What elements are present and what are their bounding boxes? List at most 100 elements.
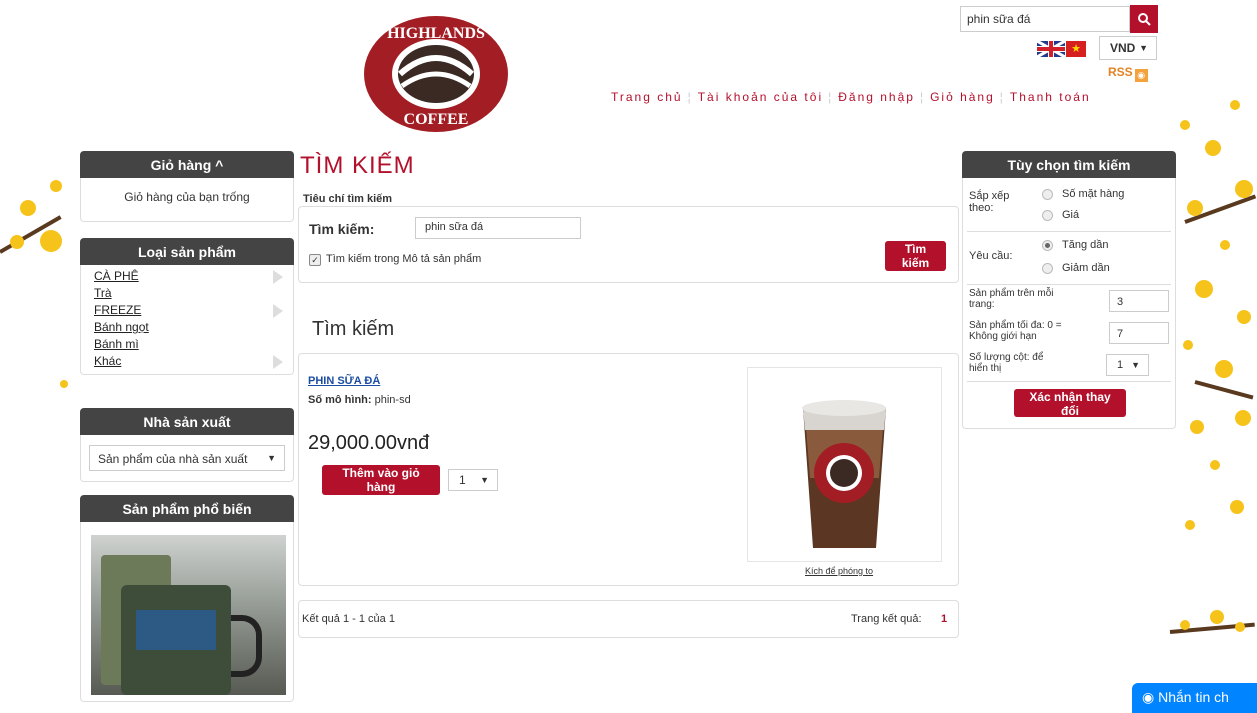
nav-home[interactable]: Trang chủ: [611, 90, 683, 104]
messenger-label: Nhắn tin ch: [1158, 689, 1229, 705]
chevron-down-icon: ▼: [267, 453, 276, 463]
messenger-chat-button[interactable]: ◉ Nhắn tin ch: [1132, 683, 1257, 713]
currency-select[interactable]: VND ▼: [1099, 36, 1157, 60]
nav-cart[interactable]: Giỏ hàng: [930, 90, 995, 104]
blossom-decoration-left: [0, 170, 82, 410]
logo-text-top: HIGHLANDS: [387, 25, 485, 42]
sort-option-label: Số mặt hàng: [1062, 188, 1125, 200]
page-number-current[interactable]: 1: [941, 613, 947, 625]
sort-option-label: Giá: [1062, 209, 1080, 221]
product-price: 29,000.00vnđ: [308, 432, 430, 454]
sort-option-price[interactable]: Giá: [1042, 209, 1079, 221]
search-description-option[interactable]: ✓ Tìm kiếm trong Mô tả sản phẩm: [309, 253, 481, 266]
popular-products-title: Sản phẩm phổ biến: [80, 495, 294, 522]
order-option-ascending[interactable]: Tăng dần: [1042, 239, 1108, 251]
category-link[interactable]: Bánh ngọt: [94, 319, 149, 336]
currency-value: VND: [1110, 41, 1136, 55]
search-options-title: Tùy chọn tìm kiếm: [962, 151, 1176, 178]
category-link[interactable]: CÀ PHÊ: [94, 268, 139, 285]
checkbox-checked-icon[interactable]: ✓: [309, 254, 321, 266]
category-link[interactable]: Bánh mì: [94, 336, 139, 353]
nav-separator: ¦: [999, 90, 1005, 104]
columns-select[interactable]: 1 ▼: [1106, 354, 1149, 376]
chevron-right-icon[interactable]: [273, 269, 283, 284]
categories-box: Loại sản phẩm CÀ PHÊ Trà FREEZE Bánh ngọt Bá…: [80, 238, 294, 375]
nav-login[interactable]: Đăng nhập: [838, 90, 915, 104]
sort-label: Sắp xếp theo:: [969, 190, 1010, 214]
search-icon: [1138, 13, 1151, 26]
order-option-label: Tăng dần: [1062, 239, 1109, 251]
product-name-link[interactable]: PHIN SỮA ĐÁ: [308, 375, 380, 387]
messenger-icon: ◉: [1142, 689, 1155, 705]
results-pagination-panel: Kết quả 1 - 1 của 1 Trang kết quả: 1: [298, 600, 959, 638]
logo-text-bottom: COFFEE: [404, 111, 469, 128]
nav-separator: ¦: [919, 90, 926, 104]
header-search-input[interactable]: phin sữa đá: [960, 6, 1130, 32]
nav-separator: ¦: [687, 90, 693, 104]
chevron-down-icon: ▼: [1131, 360, 1140, 370]
chevron-right-icon[interactable]: [273, 303, 283, 318]
rss-link[interactable]: RSS ◉: [1108, 65, 1148, 82]
search-criteria-label: Tiêu chí tìm kiếm: [303, 193, 393, 205]
categories-box-title: Loại sản phẩm: [80, 238, 294, 265]
divider: [967, 231, 1171, 232]
top-navigation: Trang chủ ¦ Tài khoản của tôi ¦ Đăng nhập ¦ Gi…: [611, 90, 1091, 104]
order-option-label: Giảm dần: [1062, 262, 1110, 274]
chevron-down-icon: ▼: [1139, 43, 1148, 53]
zoom-link[interactable]: Kích để phóng to: [805, 566, 873, 576]
blossom-decoration-right-bottom: [1169, 600, 1257, 650]
page-title: TÌM KIẾM: [300, 152, 415, 179]
category-link[interactable]: Trà: [94, 285, 112, 302]
per-page-input[interactable]: 3: [1109, 290, 1169, 312]
order-option-descending[interactable]: Giảm dần: [1042, 262, 1110, 274]
popular-product-image[interactable]: [91, 535, 286, 695]
product-model-label: Số mô hình:: [308, 394, 372, 406]
order-label: Yêu cầu:: [969, 250, 1013, 262]
max-products-input[interactable]: 7: [1109, 322, 1169, 344]
search-input[interactable]: phin sữa đá: [415, 217, 581, 239]
category-item[interactable]: FREEZE: [94, 302, 283, 319]
nav-my-account[interactable]: Tài khoản của tôi: [698, 90, 823, 104]
columns-value: 1: [1117, 359, 1124, 371]
category-item[interactable]: Khác: [94, 353, 283, 370]
category-item[interactable]: CÀ PHÊ: [94, 268, 283, 285]
blossom-decoration-right: [1175, 80, 1257, 560]
radio-selected-icon[interactable]: [1042, 239, 1053, 251]
vietnam-flag-icon[interactable]: ★: [1066, 41, 1086, 57]
per-page-label: Sản phẩm trên mỗi trang:: [969, 288, 1054, 310]
highlands-logo[interactable]: HIGHLANDS COFFEE: [360, 12, 512, 136]
rss-icon: ◉: [1134, 69, 1148, 82]
manufacturer-select-value: Sản phẩm của nhà sản xuất: [98, 452, 248, 466]
search-button[interactable]: Tìm kiếm: [885, 241, 946, 271]
radio-icon[interactable]: [1042, 262, 1053, 274]
quantity-select[interactable]: 1 ▼: [448, 469, 498, 491]
category-item[interactable]: Trà: [94, 285, 283, 302]
category-link[interactable]: Khác: [94, 353, 121, 370]
sort-option-item-number[interactable]: Số mặt hàng: [1042, 188, 1124, 200]
cart-box-title[interactable]: Giỏ hàng ^: [80, 151, 294, 178]
manufacturer-select[interactable]: Sản phẩm của nhà sản xuất ▼: [89, 445, 285, 471]
divider: [967, 284, 1171, 285]
divider: [967, 381, 1171, 382]
nav-separator: ¦: [828, 90, 834, 104]
results-count: Kết quả 1 - 1 của 1: [302, 613, 395, 625]
search-label: Tìm kiếm:: [309, 221, 375, 237]
category-link[interactable]: FREEZE: [94, 302, 141, 319]
manufacturer-box-title: Nhà sản xuất: [80, 408, 294, 435]
uk-flag-icon[interactable]: [1037, 41, 1065, 57]
search-description-label: Tìm kiếm trong Mô tả sản phẩm: [326, 253, 482, 265]
confirm-changes-button[interactable]: Xác nhận thay đổi: [1014, 389, 1126, 418]
radio-icon[interactable]: [1042, 188, 1053, 200]
product-image[interactable]: [747, 367, 942, 562]
radio-icon[interactable]: [1042, 209, 1053, 221]
popular-products-box: Sản phẩm phổ biến: [80, 495, 294, 702]
chevron-right-icon[interactable]: [273, 354, 283, 369]
quantity-value: 1: [459, 473, 466, 487]
category-item[interactable]: Bánh ngọt: [94, 319, 283, 336]
max-products-label: Sản phẩm tối đa: 0 = Không giới hạn: [969, 320, 1062, 342]
header-search-button[interactable]: [1130, 5, 1158, 33]
add-to-cart-button[interactable]: Thêm vào giỏ hàng: [322, 465, 440, 495]
category-item[interactable]: Bánh mì: [94, 336, 283, 353]
nav-checkout[interactable]: Thanh toán: [1010, 90, 1091, 104]
columns-label: Số lượng cột: để hiển thị: [969, 352, 1044, 374]
